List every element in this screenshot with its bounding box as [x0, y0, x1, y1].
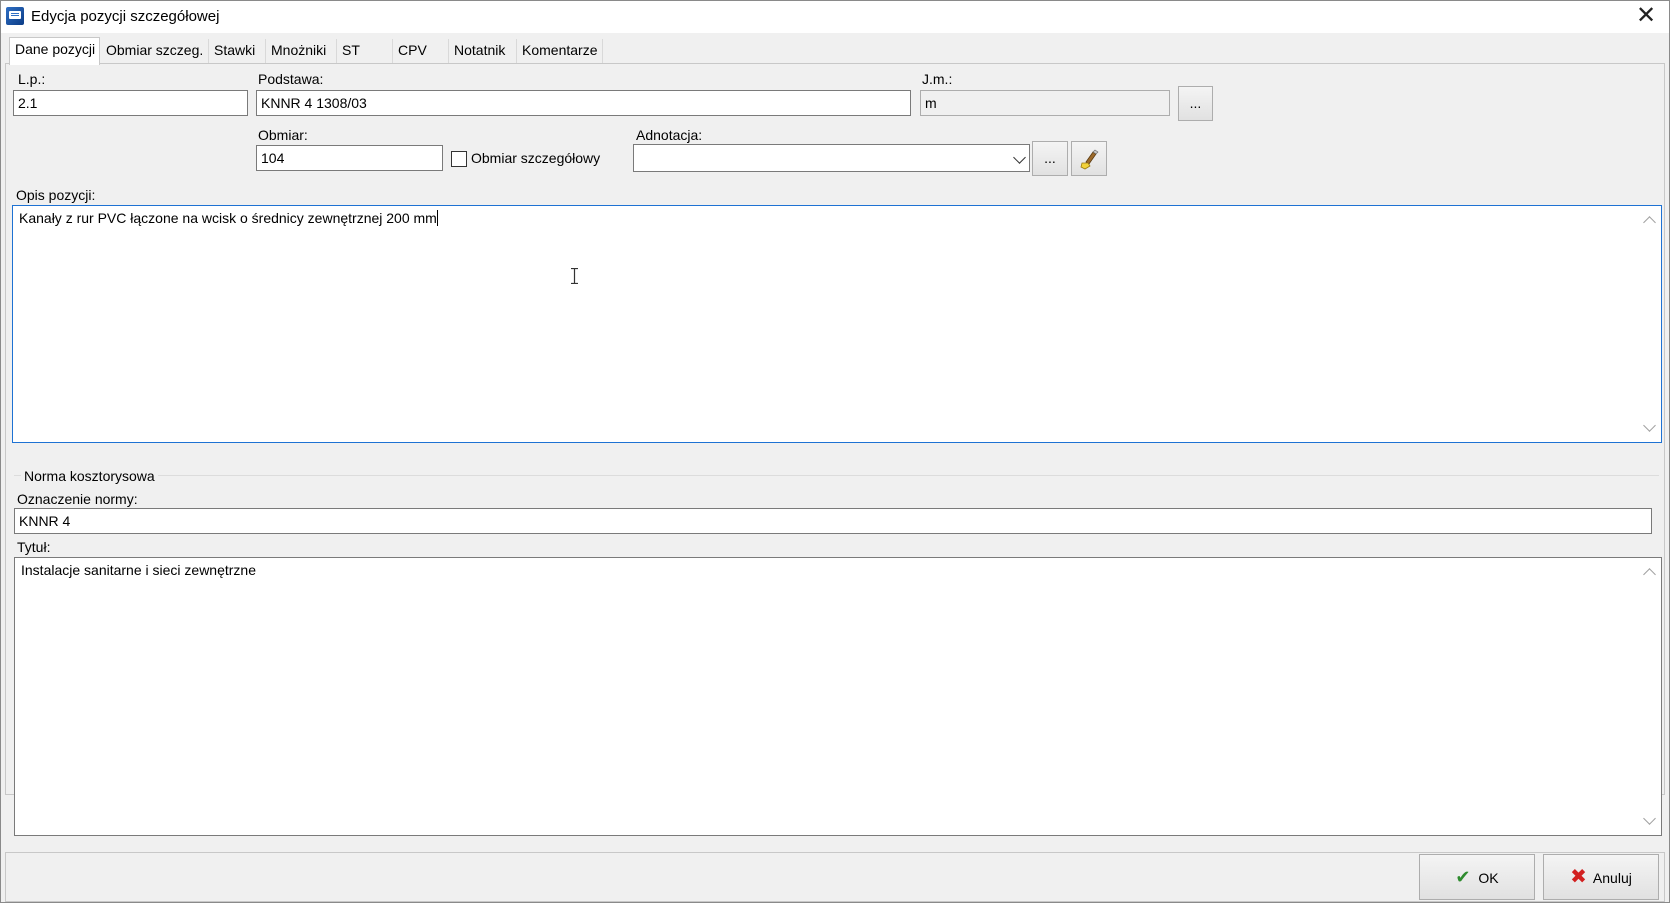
tab-stawki[interactable]: Stawki	[209, 39, 266, 63]
tab-st[interactable]: ST	[337, 39, 393, 63]
ibeam-cursor-icon	[571, 268, 578, 284]
opis-label: Opis pozycji:	[16, 187, 96, 203]
window-title: Edycja pozycji szczegółowej	[31, 8, 220, 25]
obmiar-szczegolowy-checkbox[interactable]	[451, 151, 467, 167]
adnotacja-label: Adnotacja:	[636, 127, 703, 143]
tab-notatnik[interactable]: Notatnik	[449, 39, 517, 63]
cancel-button[interactable]: ✖ Anuluj	[1543, 854, 1659, 900]
tab-obmiar-szczeg[interactable]: Obmiar szczeg.	[101, 39, 209, 63]
tytul-text: Instalacje sanitarne i sieci zewnętrzne	[21, 562, 257, 578]
norma-group-label: Norma kosztorysowa	[21, 468, 158, 484]
oznaczenie-label: Oznaczenie normy:	[17, 491, 138, 507]
tytul-textarea[interactable]: Instalacje sanitarne i sieci zewnętrzne	[14, 557, 1662, 836]
norma-group-line	[14, 475, 1659, 476]
x-icon: ✖	[1570, 866, 1587, 888]
jm-select-button[interactable]: ...	[1178, 86, 1213, 121]
clear-adnotacja-button[interactable]	[1071, 141, 1107, 176]
tab-dane-pozycji[interactable]: Dane pozycji	[9, 37, 100, 65]
scroll-down-icon[interactable]	[1643, 812, 1656, 825]
lp-label: L.p.:	[18, 71, 46, 87]
tab-komentarze[interactable]: Komentarze	[517, 39, 603, 63]
adnotacja-select-button[interactable]: ...	[1032, 141, 1068, 176]
scroll-up-icon[interactable]	[1643, 568, 1656, 581]
obmiar-szczegolowy-label: Obmiar szczegółowy	[471, 150, 601, 166]
obmiar-field[interactable]: 104	[256, 145, 443, 171]
tab-cpv[interactable]: CPV	[393, 39, 449, 63]
jm-label: J.m.:	[922, 71, 953, 87]
cancel-label: Anuluj	[1592, 870, 1632, 886]
scroll-up-icon[interactable]	[1643, 216, 1656, 229]
tytul-label: Tytuł:	[17, 539, 51, 555]
lp-field[interactable]: 2.1	[13, 90, 248, 116]
opis-textarea[interactable]: Kanały z rur PVC łączone na wcisk o śred…	[12, 205, 1662, 443]
title-bar: Edycja pozycji szczegółowej ✕	[1, 1, 1669, 33]
podstawa-field[interactable]: KNNR 4 1308/03	[256, 90, 911, 116]
podstawa-label: Podstawa:	[258, 71, 324, 87]
opis-text: Kanały z rur PVC łączone na wcisk o śred…	[19, 210, 437, 226]
brush-icon	[1080, 149, 1099, 170]
button-bar	[5, 852, 1665, 902]
app-icon	[6, 7, 24, 25]
jm-field[interactable]: m	[920, 90, 1170, 116]
scroll-down-icon[interactable]	[1643, 419, 1656, 432]
dialog-window: Edycja pozycji szczegółowej ✕ Dane pozyc…	[0, 0, 1670, 903]
tab-mnozniki[interactable]: Mnożniki	[266, 39, 337, 63]
ok-button[interactable]: ✔ OK	[1419, 854, 1535, 900]
adnotacja-combo[interactable]	[633, 144, 1030, 172]
ok-label: OK	[1478, 870, 1499, 886]
obmiar-label: Obmiar:	[258, 127, 308, 143]
close-icon[interactable]: ✕	[1623, 1, 1669, 33]
chevron-down-icon	[1013, 151, 1026, 164]
text-caret	[436, 210, 438, 226]
oznaczenie-field[interactable]: KNNR 4	[14, 508, 1652, 534]
checkmark-icon: ✔	[1455, 867, 1471, 887]
